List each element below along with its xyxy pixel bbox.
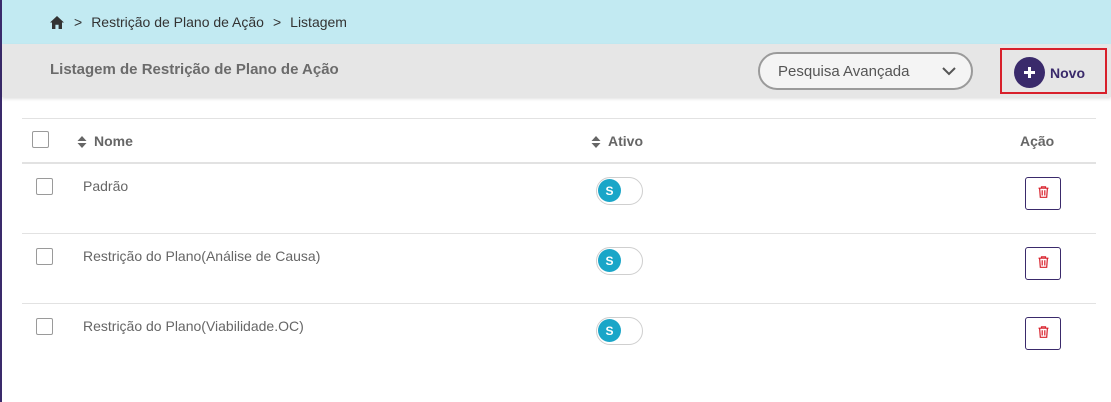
- row-nome: Padrão: [83, 178, 129, 194]
- ativo-toggle[interactable]: S: [596, 317, 643, 345]
- chevron-down-icon: [941, 64, 957, 78]
- table-header: Nome Ativo Ação: [22, 118, 1096, 164]
- ativo-toggle[interactable]: S: [596, 177, 643, 205]
- row-nome: Restrição do Plano(Análise de Causa): [83, 248, 321, 264]
- restriction-table: Nome Ativo Ação Padrão S Restrição do Pl…: [22, 118, 1096, 374]
- trash-icon: [1038, 255, 1049, 273]
- page-header: Listagem de Restrição de Plano de Ação P…: [2, 44, 1111, 97]
- page-title: Listagem de Restrição de Plano de Ação: [50, 61, 339, 78]
- toggle-knob: S: [598, 179, 621, 202]
- column-header-ativo-label: Ativo: [608, 133, 643, 149]
- breadcrumb-item-listagem: Listagem: [290, 14, 347, 30]
- sort-icon: [77, 135, 87, 148]
- breadcrumb: > Restrição de Plano de Ação > Listagem: [2, 0, 1111, 44]
- column-header-nome-label: Nome: [94, 133, 133, 149]
- home-icon[interactable]: [50, 15, 64, 29]
- new-button[interactable]: Novo: [1014, 57, 1085, 88]
- delete-button[interactable]: [1025, 177, 1061, 210]
- toggle-knob: S: [598, 319, 621, 342]
- row-checkbox[interactable]: [36, 178, 53, 195]
- ativo-toggle[interactable]: S: [596, 247, 643, 275]
- column-header-acao: Ação: [1020, 133, 1055, 149]
- table-row: Padrão S: [22, 164, 1096, 234]
- table-row: Restrição do Plano(Análise de Causa) S: [22, 234, 1096, 304]
- breadcrumb-item-restricao[interactable]: Restrição de Plano de Ação: [91, 14, 264, 30]
- toggle-knob: S: [598, 249, 621, 272]
- row-checkbox[interactable]: [36, 318, 53, 335]
- advanced-search-label: Pesquisa Avançada: [778, 62, 910, 80]
- select-all-checkbox[interactable]: [32, 131, 49, 148]
- sort-icon: [591, 135, 601, 148]
- plus-icon: [1014, 57, 1045, 88]
- column-header-nome[interactable]: Nome: [77, 133, 133, 149]
- new-button-highlight: Novo: [1000, 48, 1107, 94]
- advanced-search-dropdown[interactable]: Pesquisa Avançada: [758, 52, 973, 90]
- breadcrumb-separator: >: [74, 14, 83, 30]
- delete-button[interactable]: [1025, 247, 1061, 280]
- row-checkbox[interactable]: [36, 248, 53, 265]
- new-button-label: Novo: [1050, 64, 1085, 81]
- trash-icon: [1038, 325, 1049, 343]
- table-row: Restrição do Plano(Viabilidade.OC) S: [22, 304, 1096, 374]
- row-nome: Restrição do Plano(Viabilidade.OC): [83, 318, 304, 334]
- delete-button[interactable]: [1025, 317, 1061, 350]
- trash-icon: [1038, 185, 1049, 203]
- breadcrumb-separator: >: [272, 14, 282, 30]
- column-header-ativo[interactable]: Ativo: [591, 133, 643, 149]
